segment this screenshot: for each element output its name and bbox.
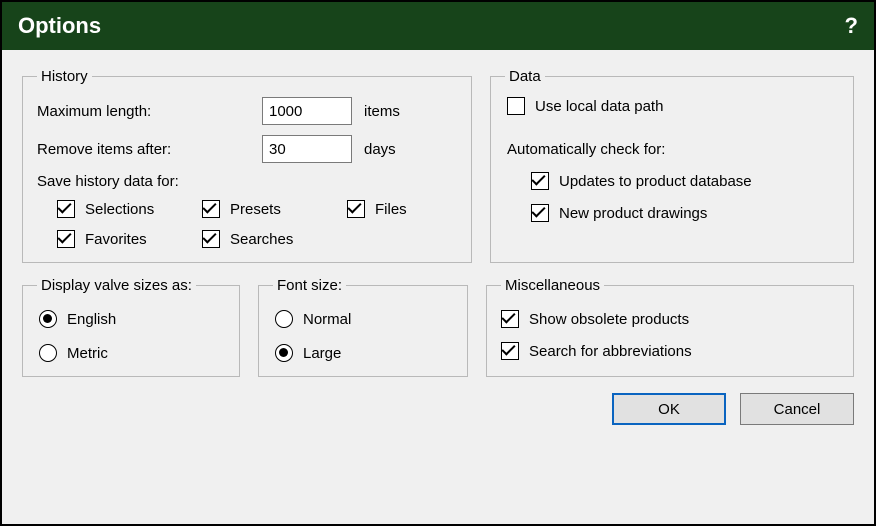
display-legend: Display valve sizes as: [37,277,196,294]
large-radio[interactable]: Large [275,344,453,362]
content-area: History Maximum length: items Remove ite… [2,50,874,524]
max-length-label: Maximum length: [37,103,262,120]
checkbox-icon [507,97,525,115]
font-group: Font size: Normal Large [258,277,468,377]
updates-checkbox[interactable]: Updates to product database [531,172,839,190]
auto-check-label: Automatically check for: [507,141,839,158]
display-radio-list: English Metric [37,306,225,362]
auto-check-list: Updates to product database New product … [507,172,839,222]
files-checkbox[interactable]: Files [347,200,457,218]
save-history-label: Save history data for: [37,173,457,190]
data-group: Data Use local data path Automatically c… [490,68,854,263]
button-bar: OK Cancel [22,393,854,425]
searches-checkbox[interactable]: Searches [202,230,347,248]
presets-checkbox[interactable]: Presets [202,200,347,218]
favorites-checkbox[interactable]: Favorites [57,230,202,248]
use-local-label: Use local data path [535,98,663,115]
selections-checkbox[interactable]: Selections [57,200,202,218]
checkbox-icon [202,200,220,218]
checkbox-icon [501,342,519,360]
font-legend: Font size: [273,277,346,294]
font-radio-list: Normal Large [273,306,453,362]
radio-icon [275,310,293,328]
remove-after-unit: days [364,141,396,158]
favorites-label: Favorites [85,231,147,248]
abbrev-checkbox[interactable]: Search for abbreviations [501,342,839,360]
normal-label: Normal [303,311,351,328]
radio-icon [39,344,57,362]
max-length-row: Maximum length: items [37,97,457,125]
checkbox-icon [501,310,519,328]
window-title: Options [18,13,101,39]
titlebar: Options ? [2,2,874,50]
max-length-unit: items [364,103,400,120]
help-button[interactable]: ? [845,13,858,39]
checkbox-icon [57,230,75,248]
radio-icon [39,310,57,328]
checkbox-icon [57,200,75,218]
cancel-button[interactable]: Cancel [740,393,854,425]
large-label: Large [303,345,341,362]
remove-after-label: Remove items after: [37,141,262,158]
presets-label: Presets [230,201,281,218]
radio-icon [275,344,293,362]
remove-after-row: Remove items after: days [37,135,457,163]
checkbox-icon [202,230,220,248]
checkbox-icon [347,200,365,218]
misc-legend: Miscellaneous [501,277,604,294]
english-radio[interactable]: English [39,310,225,328]
data-inner: Use local data path Automatically check … [505,97,839,222]
files-label: Files [375,201,407,218]
checkbox-icon [531,172,549,190]
data-legend: Data [505,68,545,85]
obsolete-label: Show obsolete products [529,311,689,328]
drawings-label: New product drawings [559,205,707,222]
metric-radio[interactable]: Metric [39,344,225,362]
obsolete-checkbox[interactable]: Show obsolete products [501,310,839,328]
max-length-input[interactable] [262,97,352,125]
use-local-checkbox[interactable]: Use local data path [507,97,839,115]
english-label: English [67,311,116,328]
save-history-checkboxes: Selections Presets Files Favorites Searc… [37,200,457,248]
selections-label: Selections [85,201,154,218]
metric-label: Metric [67,345,108,362]
history-legend: History [37,68,92,85]
normal-radio[interactable]: Normal [275,310,453,328]
history-group: History Maximum length: items Remove ite… [22,68,472,263]
checkbox-icon [531,204,549,222]
ok-button[interactable]: OK [612,393,726,425]
bottom-row: Display valve sizes as: English Metric F… [22,277,854,377]
drawings-checkbox[interactable]: New product drawings [531,204,839,222]
abbrev-label: Search for abbreviations [529,343,692,360]
misc-checkboxes: Show obsolete products Search for abbrev… [501,306,839,360]
top-row: History Maximum length: items Remove ite… [22,68,854,263]
display-group: Display valve sizes as: English Metric [22,277,240,377]
misc-group: Miscellaneous Show obsolete products Sea… [486,277,854,377]
searches-label: Searches [230,231,293,248]
remove-after-input[interactable] [262,135,352,163]
updates-label: Updates to product database [559,173,752,190]
